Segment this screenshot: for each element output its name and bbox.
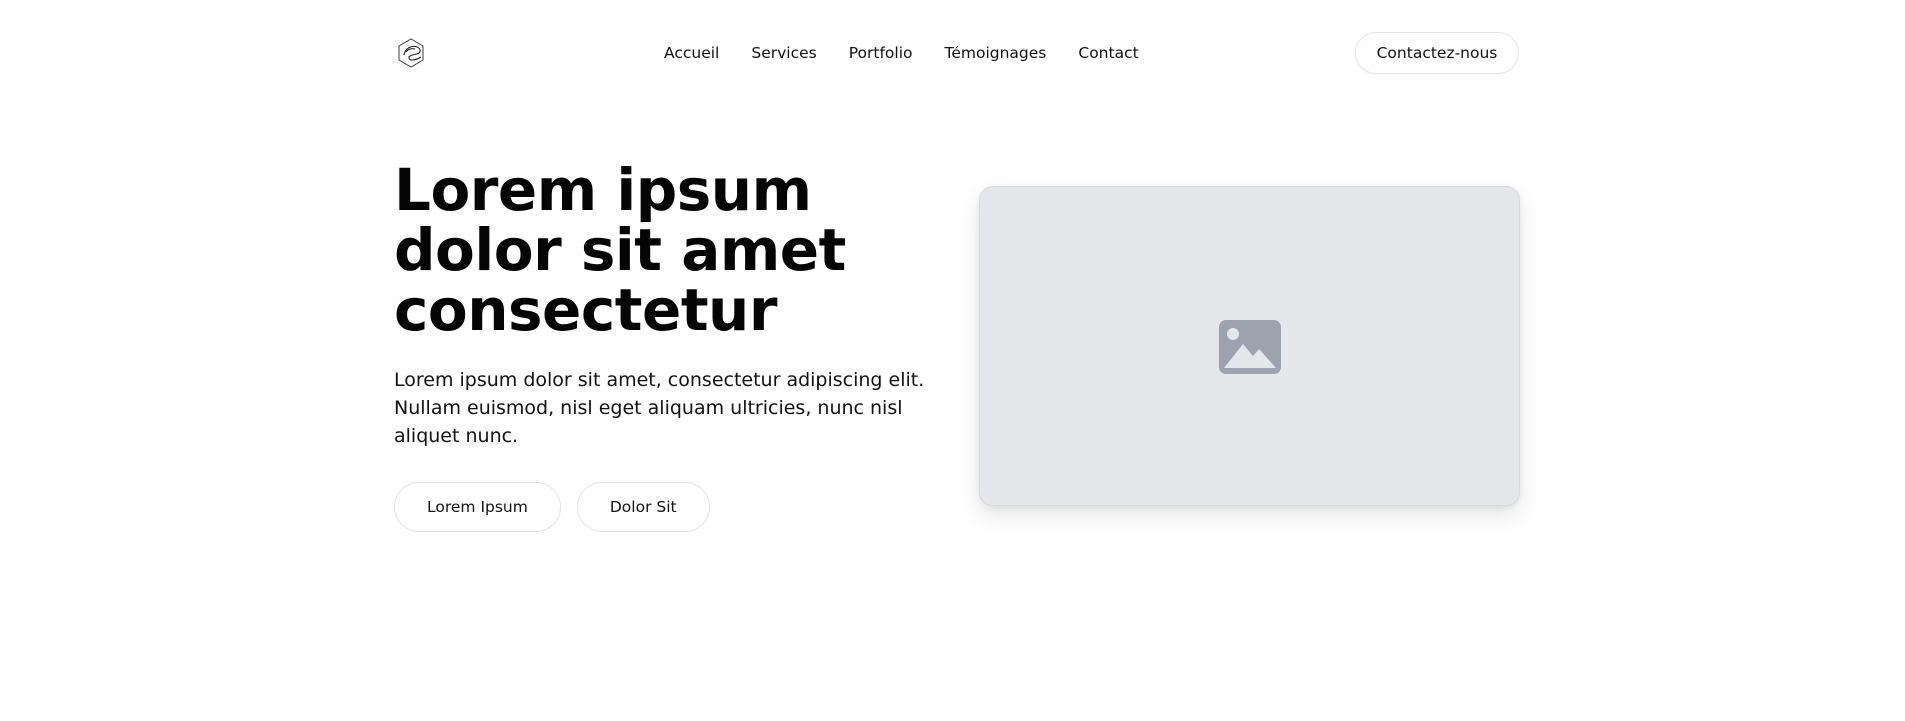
nav-item-portfolio[interactable]: Portfolio <box>849 44 913 62</box>
image-icon <box>1218 320 1281 374</box>
hero-description: Lorem ipsum dolor sit amet, consectetur … <box>394 369 925 447</box>
landing-page: Accueil Services Portfolio Témoignages C… <box>0 0 1905 721</box>
nav-item-accueil[interactable]: Accueil <box>664 44 719 62</box>
hero-title: Lorem ipsum dolor sit amet consectetur <box>394 156 846 344</box>
site-header: Accueil Services Portfolio Témoignages C… <box>395 32 1519 74</box>
nav-item-temoignages[interactable]: Témoignages <box>945 44 1047 62</box>
nav-item-services[interactable]: Services <box>751 44 816 62</box>
hexagon-logo-icon[interactable] <box>395 37 427 69</box>
main-nav: Accueil Services Portfolio Témoignages C… <box>664 32 1139 74</box>
contact-us-button[interactable]: Contactez-nous <box>1355 32 1519 74</box>
hero-actions: Lorem Ipsum Dolor Sit <box>394 482 710 532</box>
hero-image-placeholder <box>979 186 1520 506</box>
lorem-ipsum-button[interactable]: Lorem Ipsum <box>394 482 561 532</box>
dolor-sit-button[interactable]: Dolor Sit <box>576 482 710 532</box>
nav-item-contact[interactable]: Contact <box>1078 44 1138 62</box>
